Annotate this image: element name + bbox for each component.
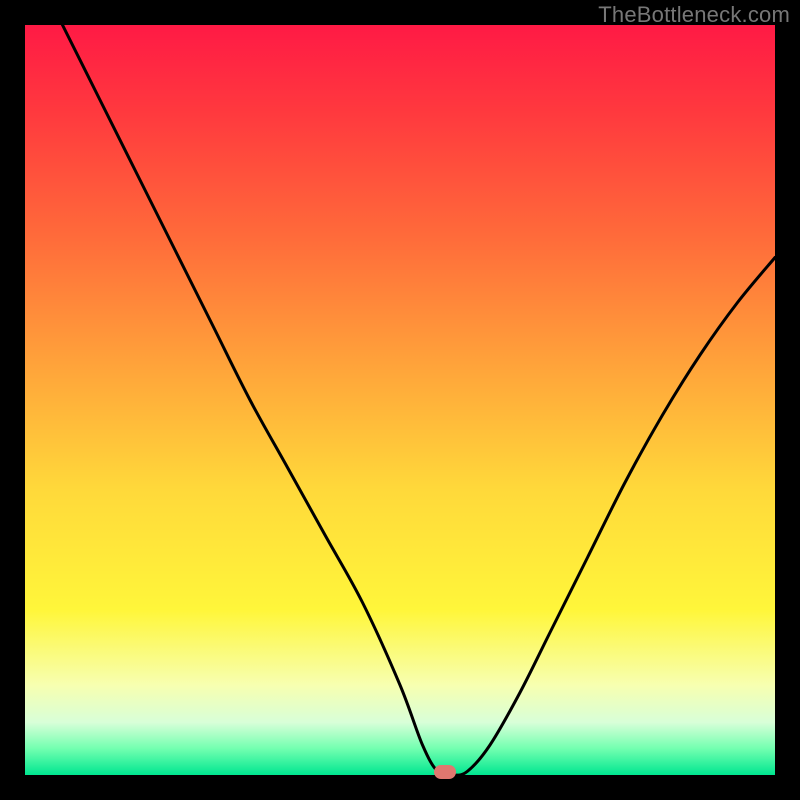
bottleneck-plot — [25, 25, 775, 775]
watermark-text: TheBottleneck.com — [598, 2, 790, 28]
chart-frame: TheBottleneck.com — [0, 0, 800, 800]
optimum-marker — [434, 765, 456, 779]
heatmap-background — [25, 25, 775, 775]
